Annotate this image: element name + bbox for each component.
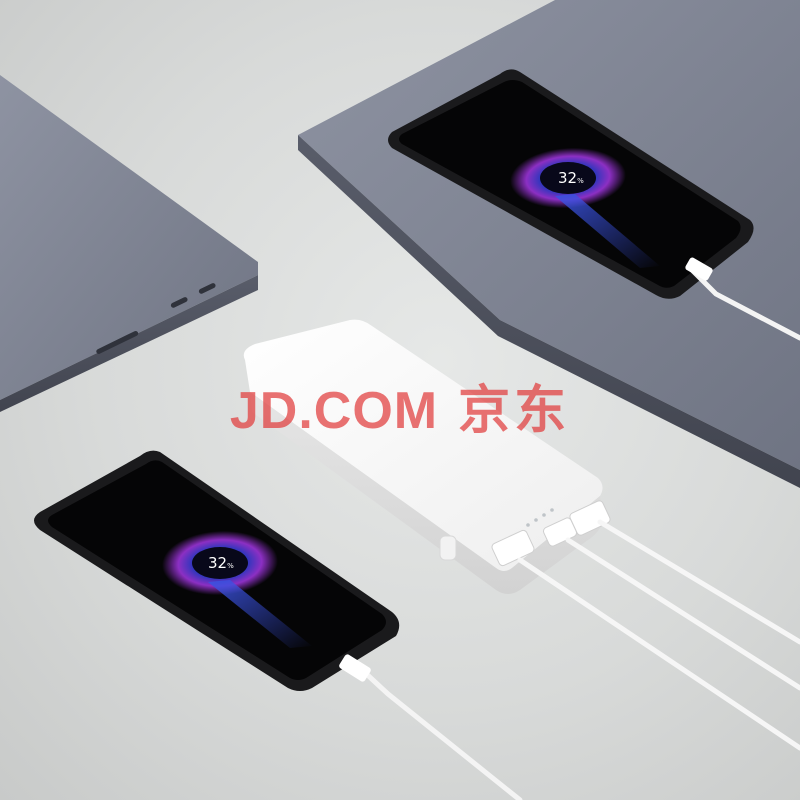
battery-level-bottom: 32 [208,554,227,572]
battery-unit-top: % [577,177,584,185]
phone-bottom-cable [339,654,523,800]
scene-drawing: 32% 32% [0,0,800,800]
battery-level-top: 32 [558,169,577,187]
battery-unit-bottom: % [227,562,234,570]
indicator-light [550,508,554,512]
product-photo: 32% 32% JD.COM 京东 [0,0,800,800]
indicator-light [542,513,546,517]
indicator-light [526,523,530,527]
left-laptop [0,75,258,412]
indicator-light [534,518,538,522]
phone-bottom: 32% [34,450,400,691]
power-button [439,535,457,561]
